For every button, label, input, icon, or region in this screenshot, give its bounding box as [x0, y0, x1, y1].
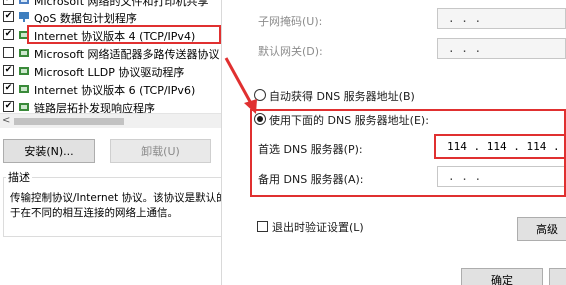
adapter-properties-dialog: ✔ Microsoft 网络的文件和打印机共享 ✔ QoS 数据包计划程序 ✔ … — [0, 0, 222, 285]
checkbox-checked-icon[interactable]: ✔ — [3, 83, 14, 94]
scroll-left-icon[interactable]: < — [2, 115, 10, 126]
description-text: 传输控制协议/Internet 协议。该协议是默认的 于在不同的相互连接的网络上… — [10, 191, 222, 221]
advanced-button[interactable]: 高级 — [517, 217, 566, 241]
checkbox-checked-icon[interactable]: ✔ — [3, 29, 14, 40]
dns-auto-label[interactable]: 自动获得 DNS 服务器地址(B) — [269, 88, 415, 104]
network-component-icon — [19, 12, 29, 22]
preferred-dns-highlight-box — [434, 134, 566, 159]
list-item-label: QoS 数据包计划程序 — [34, 12, 137, 25]
list-item-label: Microsoft LLDP 协议驱动程序 — [34, 66, 185, 79]
protocol-icon — [19, 49, 29, 57]
description-line: 传输控制协议/Internet 协议。该协议是默认的 — [10, 192, 222, 204]
cancel-button-partial[interactable] — [549, 268, 566, 285]
install-button[interactable]: 安装(N)... — [3, 139, 95, 163]
protocol-icon — [19, 85, 29, 93]
horizontal-scrollbar[interactable]: < — [0, 113, 221, 128]
subnet-mask-label: 子网掩码(U): — [258, 15, 323, 28]
subnet-mask-field[interactable]: . . . — [437, 8, 566, 29]
checkbox-unchecked-icon[interactable] — [3, 47, 14, 58]
checkbox-checked-icon[interactable]: ✔ — [3, 11, 14, 22]
ip-placeholder: . . . — [448, 42, 482, 55]
ipv4-highlight-box — [27, 25, 221, 44]
checkbox-checked-icon[interactable]: ✔ — [3, 0, 14, 5]
list-item[interactable]: ✔ Microsoft LLDP 协议驱动程序 — [0, 62, 221, 80]
ok-button[interactable]: 确定 — [461, 268, 543, 285]
network-component-icon — [19, 0, 29, 4]
protocol-icon — [19, 103, 29, 111]
default-gateway-field[interactable]: . . . — [437, 38, 566, 59]
description-line: 于在不同的相互连接的网络上通信。 — [10, 207, 178, 219]
scrollbar-thumb[interactable] — [14, 118, 124, 125]
list-item[interactable]: Microsoft 网络适配器多路传送器协议 — [0, 44, 221, 62]
validate-label[interactable]: 退出时验证设置(L) — [272, 219, 364, 235]
uninstall-button[interactable]: 卸载(U) — [110, 139, 211, 163]
list-item-label: Microsoft 网络适配器多路传送器协议 — [34, 48, 220, 61]
dns-auto-radio[interactable] — [254, 89, 266, 101]
ip-placeholder: . . . — [448, 12, 482, 25]
list-item-label: Internet 协议版本 6 (TCP/IPv6) — [34, 84, 196, 97]
list-item[interactable]: ✔ Internet 协议版本 6 (TCP/IPv6) — [0, 80, 221, 98]
list-item[interactable]: ✔ QoS 数据包计划程序 — [0, 8, 221, 26]
description-legend: 描述 — [6, 169, 32, 185]
validate-checkbox[interactable] — [257, 221, 268, 232]
checkbox-checked-icon[interactable]: ✔ — [3, 65, 14, 76]
default-gateway-label: 默认网关(D): — [258, 45, 323, 58]
protocol-icon — [19, 67, 29, 75]
checkbox-checked-icon[interactable]: ✔ — [3, 101, 14, 112]
